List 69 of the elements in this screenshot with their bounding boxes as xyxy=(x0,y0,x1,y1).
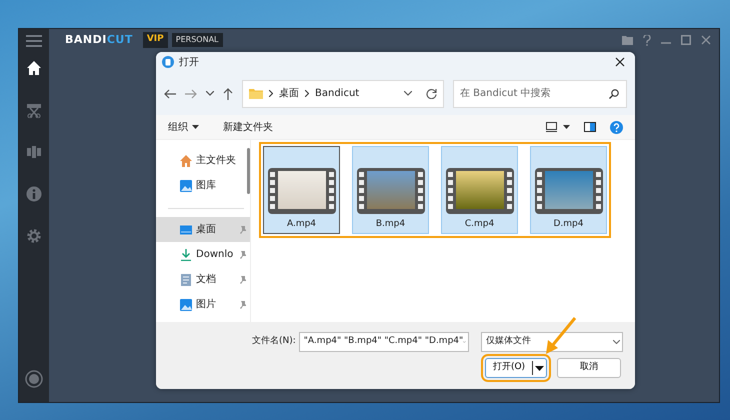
picture-icon xyxy=(180,298,192,310)
caret-icon xyxy=(192,125,199,129)
breadcrumb-item[interactable]: Bandicut xyxy=(315,86,360,101)
view-menu[interactable] xyxy=(546,122,570,132)
file-name: A.mp4 xyxy=(286,218,316,230)
help-icon[interactable] xyxy=(643,34,651,46)
vip-badge: VIP xyxy=(142,32,168,48)
up-arrow-icon[interactable] xyxy=(223,88,233,100)
video-thumbnail-drawing xyxy=(356,168,424,214)
video-thumbnail-drawing xyxy=(446,168,514,214)
dialog-title: 打开 xyxy=(179,56,199,70)
file-name: B.mp4 xyxy=(376,218,406,230)
organize-menu[interactable]: 组织 xyxy=(168,120,199,134)
file-item[interactable]: A.mp4 xyxy=(263,146,340,234)
download-icon xyxy=(180,248,192,260)
file-item[interactable]: B.mp4 xyxy=(352,146,429,234)
nav-pane-item[interactable]: 文档 xyxy=(156,267,250,292)
search-icon xyxy=(609,88,619,98)
help-icon[interactable] xyxy=(610,120,623,134)
caret-icon[interactable] xyxy=(535,366,544,370)
field-label: 文件名(N): xyxy=(252,335,296,348)
file-item[interactable]: C.mp4 xyxy=(441,146,518,234)
close-icon[interactable] xyxy=(615,57,625,67)
edition-badge: PERSONAL xyxy=(172,33,222,47)
nav-pane-item[interactable]: 桌面 xyxy=(156,217,250,242)
monitor-icon xyxy=(546,122,557,132)
file-name: C.mp4 xyxy=(464,218,494,230)
back-arrow-icon[interactable] xyxy=(164,88,176,98)
folder-icon[interactable] xyxy=(622,34,633,44)
video-thumbnail-drawing xyxy=(268,168,336,214)
scissors-icon[interactable] xyxy=(26,102,42,118)
settings-icon[interactable] xyxy=(26,228,42,244)
chevron-down-icon[interactable] xyxy=(206,91,214,96)
file-name-field[interactable]: "A.mp4" "B.mp4" "C.mp4" "D.mp4" xyxy=(298,332,469,352)
nav-pane-item[interactable]: 图库 xyxy=(156,173,250,198)
chevron-right-icon xyxy=(269,90,273,97)
toolbar-button[interactable]: 新建文件夹 xyxy=(223,120,273,134)
chevron-right-icon xyxy=(305,90,309,97)
chevron-down-icon[interactable] xyxy=(404,91,412,96)
caret-icon xyxy=(563,125,570,129)
chevron-down-icon xyxy=(613,340,620,344)
breadcrumb-item[interactable]: 桌面 xyxy=(279,86,299,101)
menu-icon[interactable] xyxy=(26,35,42,47)
forward-arrow-icon[interactable] xyxy=(185,88,197,98)
file-type-dropdown[interactable]: 仅媒体文件 xyxy=(480,332,623,352)
cancel-button[interactable]: 取消 xyxy=(557,358,621,378)
search-field[interactable]: 在 Bandicut 中搜索 xyxy=(453,80,627,108)
file-item[interactable]: D.mp4 xyxy=(530,146,607,234)
folder-icon xyxy=(249,88,263,99)
info-icon[interactable] xyxy=(26,186,42,202)
picture-icon xyxy=(180,180,192,192)
video-thumbnail-drawing xyxy=(534,168,602,214)
desktop-icon xyxy=(180,224,192,236)
app-logo: BANDICUT xyxy=(65,32,133,48)
nav-pane-item[interactable]: 图片 xyxy=(156,292,250,317)
home-icon xyxy=(180,154,192,166)
record-icon[interactable] xyxy=(25,370,43,388)
document-icon xyxy=(180,274,192,286)
nav-pane-item[interactable]: 主文件夹 xyxy=(156,148,250,173)
scrollbar[interactable] xyxy=(247,148,250,194)
file-name: D.mp4 xyxy=(554,218,584,230)
preview-pane-icon[interactable] xyxy=(584,122,596,132)
app-icon xyxy=(162,56,174,68)
film-strips-icon[interactable] xyxy=(26,144,42,160)
address-bar[interactable]: 桌面 Bandicut xyxy=(242,80,444,108)
maximize-icon[interactable] xyxy=(681,34,691,44)
nav-pane-item[interactable]: Downlo xyxy=(156,242,250,267)
home-icon[interactable] xyxy=(26,60,42,76)
refresh-icon[interactable] xyxy=(426,88,437,99)
